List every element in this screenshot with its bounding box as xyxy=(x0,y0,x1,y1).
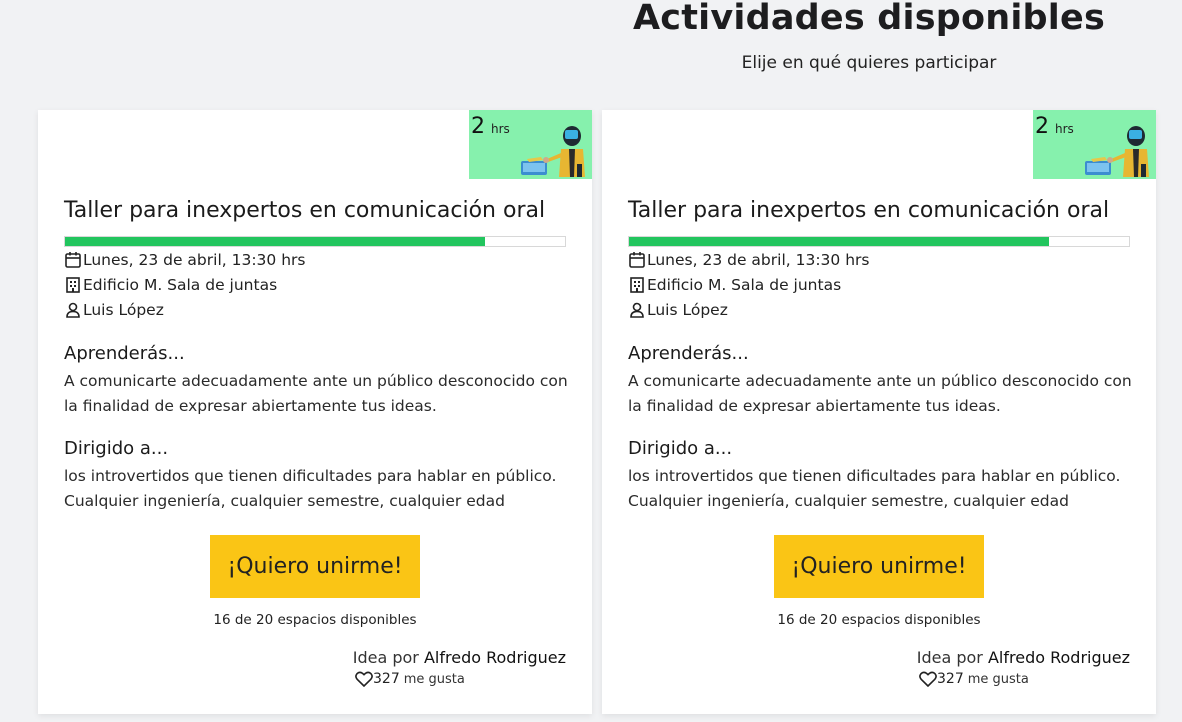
heart-icon[interactable] xyxy=(355,671,373,687)
duration-badge: 2 hrs xyxy=(1033,110,1156,179)
activity-card: 2 hrs Taller para inexpertos en comunica… xyxy=(38,110,592,714)
spaces-available: 16 de 20 espacios disponibles xyxy=(777,612,981,628)
duration-value: 2 xyxy=(471,114,485,139)
calendar-icon xyxy=(629,252,645,268)
location-row: Edificio M. Sala de juntas xyxy=(64,276,277,294)
idea-author[interactable]: Alfredo Rodriguez xyxy=(424,648,566,667)
activity-card: 2 hrs Taller para inexpertos en comunica… xyxy=(602,110,1156,714)
idea-credit: Idea por Alfredo Rodriguez xyxy=(917,648,1130,667)
heart-icon[interactable] xyxy=(919,671,937,687)
spaces-available: 16 de 20 espacios disponibles xyxy=(213,612,417,628)
duration-badge: 2 hrs xyxy=(469,110,592,179)
duration-unit: hrs xyxy=(491,122,510,136)
idea-credit: Idea por Alfredo Rodriguez xyxy=(353,648,566,667)
page-title: Actividades disponibles xyxy=(633,0,1105,38)
page-subtitle: Elije en qué quieres participar xyxy=(741,53,997,73)
robot-presenter-icon xyxy=(521,126,585,177)
capacity-progress-bar xyxy=(628,236,1130,247)
capacity-progress-fill xyxy=(629,237,1049,246)
duration-unit: hrs xyxy=(1055,122,1074,136)
idea-prefix: Idea por xyxy=(916,648,983,667)
likes-count: 327 xyxy=(373,671,400,687)
activity-date: Lunes, 23 de abril, 13:30 hrs xyxy=(83,251,306,269)
activity-location: Edificio M. Sala de juntas xyxy=(83,276,278,294)
join-button[interactable]: ¡Quiero unirme! xyxy=(210,535,420,598)
user-icon xyxy=(66,302,80,318)
instructor-row: Luis López xyxy=(628,301,728,319)
calendar-icon xyxy=(65,252,81,268)
audience-heading: Dirigido a... xyxy=(64,438,169,459)
capacity-progress-fill xyxy=(65,237,485,246)
location-row: Edificio M. Sala de juntas xyxy=(628,276,841,294)
page-header: Actividades disponibles Elije en qué qui… xyxy=(569,0,1169,73)
user-icon xyxy=(630,302,644,318)
learn-heading: Aprenderás... xyxy=(64,343,185,364)
activities-page: Actividades disponibles Elije en qué qui… xyxy=(0,0,1182,722)
likes: 327 me gusta xyxy=(919,671,1029,687)
date-row: Lunes, 23 de abril, 13:30 hrs xyxy=(64,251,305,269)
idea-prefix: Idea por xyxy=(352,648,419,667)
date-row: Lunes, 23 de abril, 13:30 hrs xyxy=(628,251,869,269)
likes: 327 me gusta xyxy=(355,671,465,687)
likes-label: me gusta xyxy=(403,671,465,687)
learn-text: A comunicarte adecuadamente ante un públ… xyxy=(64,372,568,415)
building-icon xyxy=(66,277,80,293)
learn-text: A comunicarte adecuadamente ante un públ… xyxy=(628,372,1132,415)
likes-count: 327 xyxy=(937,671,964,687)
activity-location: Edificio M. Sala de juntas xyxy=(647,276,842,294)
building-icon xyxy=(630,277,644,293)
activity-date: Lunes, 23 de abril, 13:30 hrs xyxy=(647,251,870,269)
join-button[interactable]: ¡Quiero unirme! xyxy=(774,535,984,598)
robot-presenter-icon xyxy=(1085,126,1149,177)
learn-heading: Aprenderás... xyxy=(628,343,749,364)
audience-heading: Dirigido a... xyxy=(628,438,733,459)
capacity-progress-bar xyxy=(64,236,566,247)
activity-title: Taller para inexpertos en comunicación o… xyxy=(64,198,546,223)
activity-instructor: Luis López xyxy=(647,301,728,319)
duration-value: 2 xyxy=(1035,114,1049,139)
audience-text: los introvertidos que tienen dificultade… xyxy=(64,467,557,510)
activity-instructor: Luis López xyxy=(83,301,164,319)
idea-author[interactable]: Alfredo Rodriguez xyxy=(988,648,1130,667)
instructor-row: Luis López xyxy=(64,301,164,319)
likes-label: me gusta xyxy=(967,671,1029,687)
activity-title: Taller para inexpertos en comunicación o… xyxy=(628,198,1110,223)
audience-text: los introvertidos que tienen dificultade… xyxy=(628,467,1121,510)
